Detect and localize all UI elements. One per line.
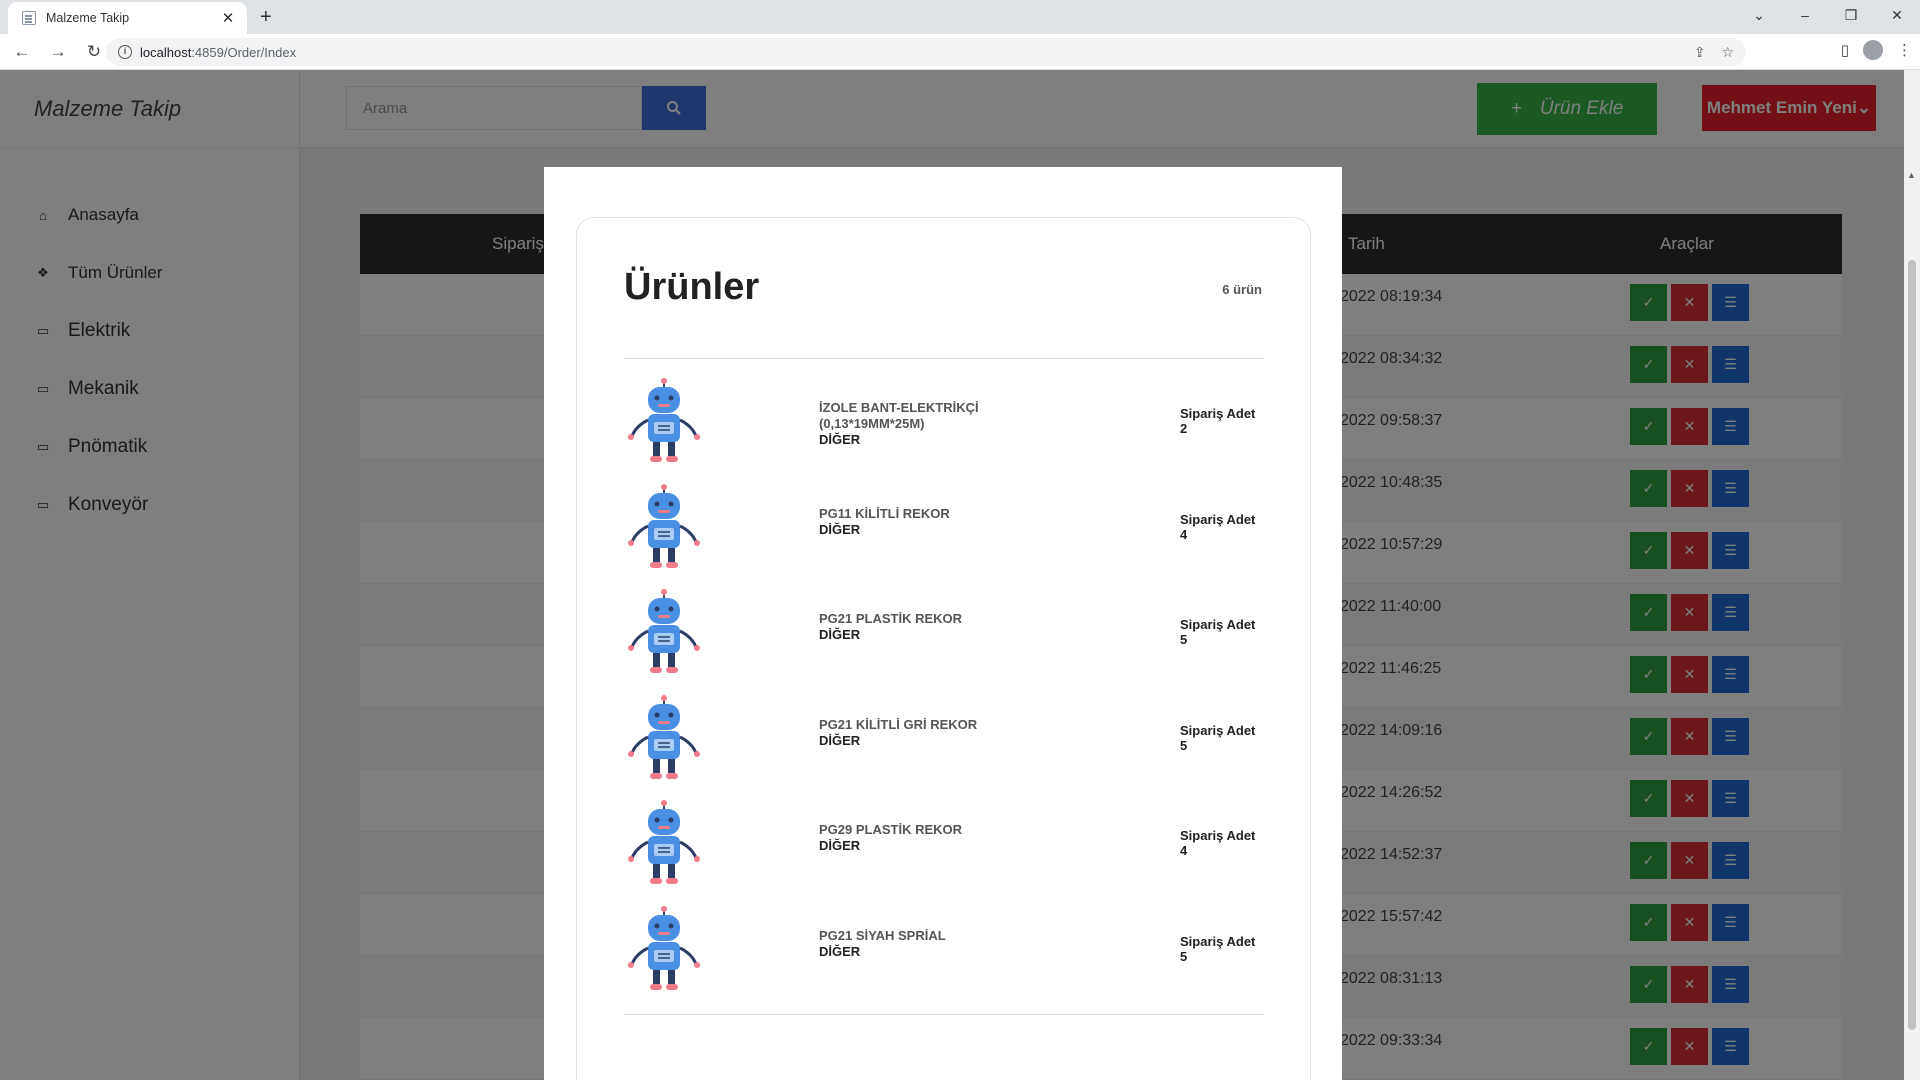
product-category: DİĞER <box>819 732 861 748</box>
product-name-block: İZOLE BANT-ELEKTRİKÇİ (0,13*19MM*25M) DİĞ… <box>819 400 1009 448</box>
quantity-value: 5 <box>1180 948 1188 964</box>
divider <box>624 358 1264 359</box>
robot-product-icon <box>628 905 700 990</box>
browser-toolbar: ← → ↻ i localhost:4859/Order/Index ⇪ ☆ ▯… <box>0 34 1920 70</box>
scroll-up-icon[interactable]: ▲ <box>1907 170 1916 180</box>
modal-title: Ürünler <box>624 266 760 308</box>
order-quantity: Sipariş Adet 5 <box>1180 723 1255 753</box>
product-category: DİĞER <box>819 432 861 447</box>
bookmark-star-icon[interactable]: ☆ <box>1721 44 1734 61</box>
quantity-label: Sipariş Adet <box>1180 406 1256 421</box>
quantity-value: 5 <box>1180 737 1188 753</box>
browser-tabstrip: Malzeme Takip ✕ + ⌄ – ❐ ✕ <box>0 0 1920 34</box>
profile-avatar-icon[interactable] <box>1863 40 1883 60</box>
list-item: PG11 KİLİTLİ REKOR DİĞER Sipariş Adet 4 <box>624 483 1264 590</box>
address-bar[interactable]: i localhost:4859/Order/Index ⇪ ☆ <box>106 38 1746 66</box>
product-name-block: PG21 KİLİTLİ GRİ REKOR DİĞER <box>819 717 1009 749</box>
quantity-value: 5 <box>1180 632 1188 647</box>
list-item: PG21 PLASTİK REKOR DİĞER Sipariş Adet 5 <box>624 589 1264 695</box>
scroll-thumb[interactable] <box>1908 260 1916 1030</box>
quantity-value: 2 <box>1180 421 1188 436</box>
product-category: DİĞER <box>819 627 861 642</box>
robot-product-icon <box>628 694 700 779</box>
order-quantity: Sipariş Adet 2 <box>1180 406 1255 436</box>
close-tab-icon[interactable]: ✕ <box>219 9 237 27</box>
product-name: PG21 PLASTİK REKOR <box>819 611 963 626</box>
robot-product-icon <box>628 378 700 462</box>
product-category: DİĞER <box>819 838 861 853</box>
product-name-block: PG29 PLASTİK REKOR DİĞER <box>819 822 1009 854</box>
robot-product-icon <box>628 589 700 673</box>
page-favicon-icon <box>22 11 36 25</box>
tab-title: Malzeme Takip <box>46 11 130 25</box>
page-scrollbar[interactable]: ▲ <box>1904 70 1920 1080</box>
list-item: PG21 KİLİTLİ GRİ REKOR DİĞER Sipariş Adet 5 <box>624 694 1264 801</box>
product-count: 6 ürün <box>1222 282 1262 297</box>
product-name-block: PG11 KİLİTLİ REKOR DİĞER <box>819 506 1009 538</box>
product-name: PG11 KİLİTLİ REKOR <box>819 505 950 521</box>
quantity-label: Sipariş Adet <box>1180 828 1256 843</box>
new-tab-icon[interactable]: + <box>260 6 272 29</box>
order-quantity: Sipariş Adet 5 <box>1180 934 1255 964</box>
list-item: PG29 PLASTİK REKOR DİĞER Sipariş Adet 4 <box>624 800 1264 906</box>
robot-product-icon <box>628 483 700 568</box>
browser-menu-icon[interactable]: ⋮ <box>1897 41 1912 59</box>
product-category: DİĞER <box>819 521 861 537</box>
restore-icon[interactable]: ❐ <box>1828 0 1874 30</box>
browser-tab[interactable]: Malzeme Takip ✕ <box>8 2 247 34</box>
products-card: Ürünler 6 ürün İZOLE BANT-ELEKTRİKÇİ (0,… <box>576 217 1311 1080</box>
quantity-label: Sipariş Adet <box>1180 617 1256 632</box>
product-name-block: PG21 PLASTİK REKOR DİĞER <box>819 611 1009 643</box>
order-quantity: Sipariş Adet 5 <box>1180 617 1255 647</box>
forward-icon[interactable]: → <box>44 42 72 62</box>
list-item: İZOLE BANT-ELEKTRİKÇİ (0,13*19MM*25M) DİĞ… <box>624 378 1264 484</box>
close-window-icon[interactable]: ✕ <box>1874 0 1920 30</box>
product-list: İZOLE BANT-ELEKTRİKÇİ (0,13*19MM*25M) DİĞ… <box>624 378 1264 1011</box>
product-name: PG29 PLASTİK REKOR <box>819 822 963 837</box>
divider <box>624 1014 1264 1015</box>
products-modal: Ürünler 6 ürün İZOLE BANT-ELEKTRİKÇİ (0,… <box>544 167 1342 1080</box>
back-icon[interactable]: ← <box>8 42 36 62</box>
minimize-icon[interactable]: – <box>1782 0 1828 30</box>
quantity-label: Sipariş Adet <box>1180 511 1256 527</box>
robot-product-icon <box>628 800 700 884</box>
quantity-label: Sipariş Adet <box>1180 722 1256 738</box>
order-quantity: Sipariş Adet 4 <box>1180 512 1255 542</box>
share-icon[interactable]: ⇪ <box>1694 44 1706 61</box>
url-path: :4859/Order/Index <box>191 44 297 60</box>
quantity-value: 4 <box>1180 843 1188 858</box>
product-name: PG21 KİLİTLİ GRİ REKOR <box>819 716 978 732</box>
site-info-icon[interactable]: i <box>118 45 132 59</box>
quantity-value: 4 <box>1180 526 1188 542</box>
window-controls: ⌄ – ❐ ✕ <box>1736 0 1920 30</box>
url-host: localhost <box>140 44 192 60</box>
product-name-block: PG21 SİYAH SPRİAL DİĞER <box>819 928 1009 960</box>
tab-search-icon[interactable]: ⌄ <box>1736 0 1782 30</box>
product-category: DİĞER <box>819 943 861 959</box>
quantity-label: Sipariş Adet <box>1180 933 1256 949</box>
reload-icon[interactable]: ↻ <box>80 42 108 62</box>
product-name: İZOLE BANT-ELEKTRİKÇİ (0,13*19MM*25M) <box>819 400 979 431</box>
product-name: PG21 SİYAH SPRİAL <box>819 927 946 943</box>
list-item: PG21 SİYAH SPRİAL DİĞER Sipariş Adet 5 <box>624 905 1264 1012</box>
order-quantity: Sipariş Adet 4 <box>1180 828 1255 858</box>
side-panel-icon[interactable]: ▯ <box>1841 41 1849 59</box>
